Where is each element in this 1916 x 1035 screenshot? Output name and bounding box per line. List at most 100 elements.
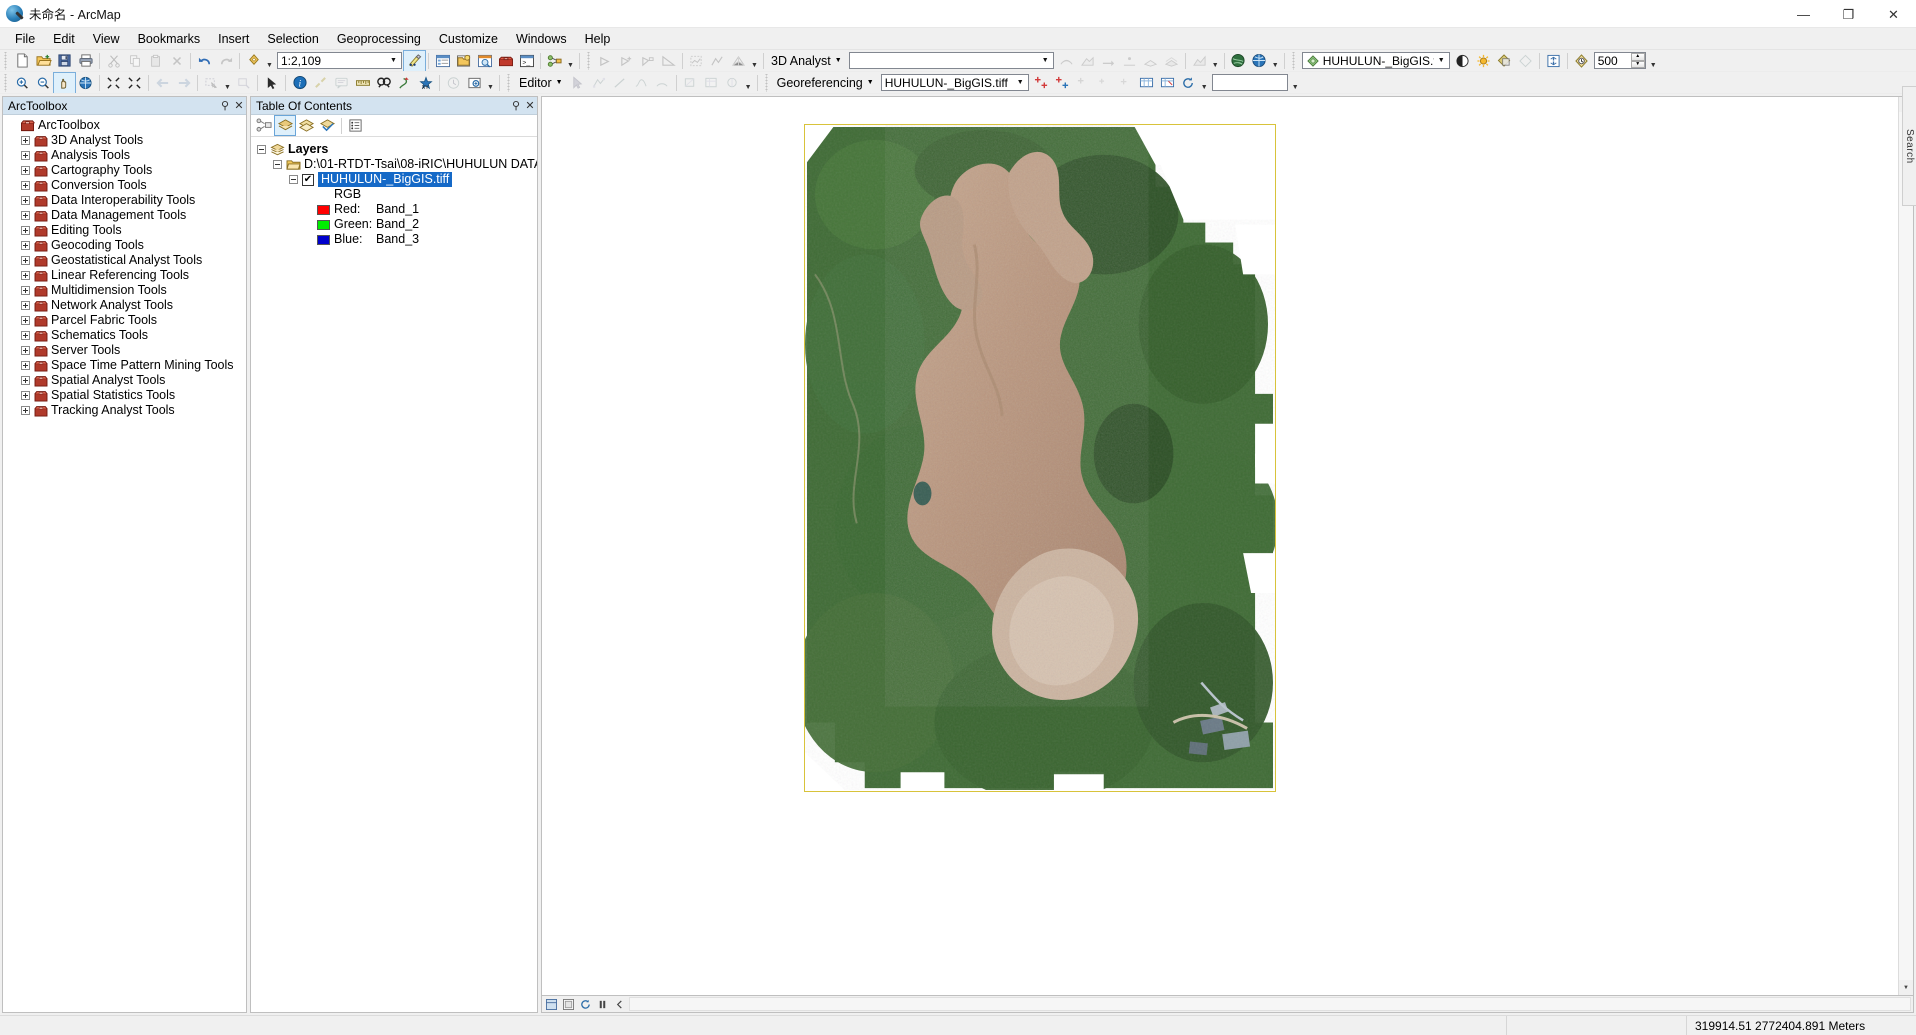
tree-expander-layers[interactable] xyxy=(257,145,266,154)
data-view-icon[interactable] xyxy=(544,997,559,1012)
close-icon[interactable]: ✕ xyxy=(232,99,246,112)
editor-menu-arrow[interactable]: ▼ xyxy=(556,79,568,86)
toolbox-item-schematics-tools[interactable]: Schematics Tools xyxy=(7,328,246,343)
3d-analyst-dropdown-arrow[interactable]: ▼ xyxy=(835,57,847,64)
toolbox-item-spatial-statistics-tools[interactable]: Spatial Statistics Tools xyxy=(7,388,246,403)
profile-graph-icon[interactable] xyxy=(686,51,707,71)
tree-expander[interactable] xyxy=(21,391,30,400)
add-data-dropdown[interactable] xyxy=(264,52,275,70)
layer-visibility-checkbox[interactable]: ✔ xyxy=(302,173,314,186)
toolbox-item-editing-tools[interactable]: Editing Tools xyxy=(7,223,246,238)
georeferencing-text-field[interactable] xyxy=(1211,74,1288,91)
toc-band-row[interactable]: Red: Band_1 xyxy=(257,202,537,217)
profile-dropdown[interactable] xyxy=(1210,52,1221,70)
toolbar-overflow-georef[interactable] xyxy=(1290,74,1301,92)
menu-edit[interactable]: Edit xyxy=(44,29,84,49)
toolbox-item-space-time-pattern-mining-tools[interactable]: Space Time Pattern Mining Tools xyxy=(7,358,246,373)
toc-layers-row[interactable]: Layers xyxy=(257,142,537,157)
menu-selection[interactable]: Selection xyxy=(258,29,327,49)
tree-expander[interactable] xyxy=(21,196,30,205)
toolbox-item-spatial-analyst-tools[interactable]: Spatial Analyst Tools xyxy=(7,373,246,388)
map-scale-combo[interactable]: 1:2,109 ▼ xyxy=(277,52,402,69)
map-vertical-scrollbar[interactable]: ▲ ▼ xyxy=(1898,97,1913,995)
attributes-icon[interactable] xyxy=(701,73,722,93)
add-control-points-icon[interactable] xyxy=(1031,73,1052,93)
menu-geoprocessing[interactable]: Geoprocessing xyxy=(328,29,430,49)
redo-icon[interactable] xyxy=(215,51,236,71)
toolbox-item-data-management-tools[interactable]: Data Management Tools xyxy=(7,208,246,223)
swipe-icon[interactable] xyxy=(1515,51,1536,71)
sketch-properties-icon[interactable] xyxy=(722,73,743,93)
toolbox-item-data-interoperability-tools[interactable]: Data Interoperability Tools xyxy=(7,193,246,208)
pin-icon[interactable]: ⚲ xyxy=(509,99,523,112)
tree-expander[interactable] xyxy=(21,151,30,160)
add-control-points-blue-icon[interactable] xyxy=(1052,73,1073,93)
pause-drawing-icon[interactable] xyxy=(595,997,610,1012)
table-of-contents-icon[interactable] xyxy=(432,51,453,71)
new-map-icon[interactable] xyxy=(12,51,33,71)
toolbox-item-multidimension-tools[interactable]: Multidimension Tools xyxy=(7,283,246,298)
tree-expander[interactable] xyxy=(21,316,30,325)
measure-icon[interactable] xyxy=(352,73,373,93)
menu-customize[interactable]: Customize xyxy=(430,29,507,49)
list-by-selection-icon[interactable] xyxy=(317,116,337,135)
toolbox-item-cartography-tools[interactable]: Cartography Tools xyxy=(7,163,246,178)
georeferencing-label[interactable]: Georeferencing xyxy=(773,76,867,90)
scroll-left-icon[interactable] xyxy=(612,997,627,1012)
arctoolbox-root-row[interactable]: ArcToolbox xyxy=(7,118,246,133)
georeferencing-menu-arrow[interactable]: ▼ xyxy=(867,79,879,86)
editor-menu-label[interactable]: Editor xyxy=(515,76,556,90)
measure-angle-icon[interactable] xyxy=(658,51,679,71)
time-slider-icon[interactable] xyxy=(443,73,464,93)
spinner-up-icon[interactable]: ▲ xyxy=(1630,53,1645,61)
undo-icon[interactable] xyxy=(194,51,215,71)
chevron-down-icon[interactable]: ▼ xyxy=(386,53,401,68)
tree-expander[interactable] xyxy=(21,301,30,310)
band-color-swatch[interactable] xyxy=(317,234,330,245)
data-frame[interactable] xyxy=(804,124,1276,792)
go-forward-extent-icon[interactable] xyxy=(173,73,194,93)
cut-icon[interactable] xyxy=(103,51,124,71)
menu-file[interactable]: File xyxy=(6,29,44,49)
copy-icon[interactable] xyxy=(124,51,145,71)
view-residuals-icon[interactable] xyxy=(1157,73,1178,93)
edit-tool-icon[interactable] xyxy=(568,73,589,93)
chevron-down-icon[interactable]: ▼ xyxy=(1038,53,1053,68)
edit-vertices-icon[interactable] xyxy=(589,73,610,93)
tree-expander[interactable] xyxy=(21,376,30,385)
interpolate-point-icon[interactable] xyxy=(595,51,616,71)
chevron-down-icon[interactable]: ▼ xyxy=(1434,53,1449,68)
select-features-dropdown[interactable] xyxy=(222,74,233,92)
identify-icon[interactable]: i xyxy=(289,73,310,93)
model-builder-icon[interactable] xyxy=(544,51,565,71)
contrast-icon[interactable] xyxy=(1452,51,1473,71)
tree-expander[interactable] xyxy=(21,286,30,295)
select-elements-icon[interactable] xyxy=(261,73,282,93)
find-icon[interactable] xyxy=(373,73,394,93)
spinner-buttons[interactable]: ▲ ▼ xyxy=(1630,53,1645,68)
go-to-xy-icon[interactable]: XY xyxy=(415,73,436,93)
create-viewer-window-icon[interactable] xyxy=(464,73,485,93)
toolbox-item-server-tools[interactable]: Server Tools xyxy=(7,343,246,358)
tree-expander[interactable] xyxy=(21,226,30,235)
toolbox-item-parcel-fabric-tools[interactable]: Parcel Fabric Tools xyxy=(7,313,246,328)
toc-band-row[interactable]: Blue: Band_3 xyxy=(257,232,537,247)
fixed-zoom-in-icon[interactable] xyxy=(103,73,124,93)
toolbar-overflow-editor[interactable] xyxy=(743,74,754,92)
trace-icon[interactable] xyxy=(631,73,652,93)
html-popup-icon[interactable] xyxy=(331,73,352,93)
toolbox-item-tracking-analyst-tools[interactable]: Tracking Analyst Tools xyxy=(7,403,246,418)
toolbox-item-geostatistical-analyst-tools[interactable]: Geostatistical Analyst Tools xyxy=(7,253,246,268)
list-by-source-icon[interactable] xyxy=(274,115,296,136)
minimize-button[interactable]: — xyxy=(1781,0,1826,28)
tree-expander[interactable] xyxy=(21,406,30,415)
tree-expander-folder[interactable] xyxy=(273,160,282,169)
list-by-drawing-order-icon[interactable] xyxy=(254,116,274,135)
close-button[interactable]: ✕ xyxy=(1871,0,1916,28)
toolbar-overflow-effects[interactable] xyxy=(1648,52,1659,70)
toolbox-item-3d-analyst-tools[interactable]: 3D Analyst Tools xyxy=(7,133,246,148)
toolbar-overflow-3d[interactable] xyxy=(1270,52,1281,70)
toolbox-item-conversion-tools[interactable]: Conversion Tools xyxy=(7,178,246,193)
flicker-interval-spinner[interactable]: 500 ▲ ▼ xyxy=(1593,52,1646,69)
fixed-zoom-out-icon[interactable] xyxy=(124,73,145,93)
